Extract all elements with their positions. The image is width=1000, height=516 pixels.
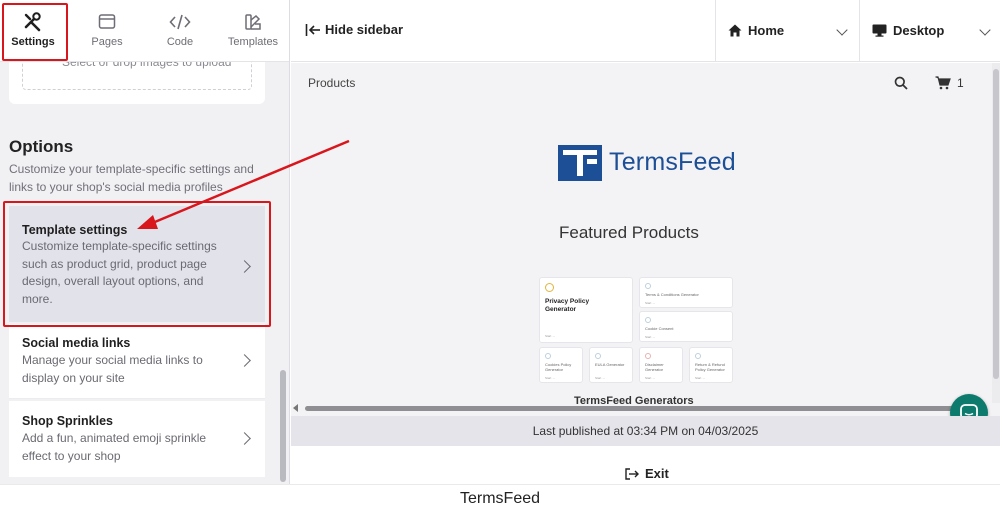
options-heading: Options [9,137,74,156]
social-media-links-title: Social media links [22,336,131,350]
cart-count: 1 [957,76,964,90]
preview-horizontal-scrollbar[interactable] [305,406,973,411]
product-card-link[interactable]: Start → [645,301,655,305]
product-icon [645,317,651,323]
desktop-monitor-icon [872,24,887,37]
annotation-highlight-settings [2,3,68,61]
templates-palette-icon [245,14,261,30]
options-description: Customize your template-specific setting… [9,162,254,194]
chevron-right-icon [238,432,251,445]
product-card[interactable]: Disclaimer Generator Start → [639,347,683,383]
product-card-title: EULA Generator [595,362,625,367]
product-card-privacy-policy[interactable]: Privacy Policy Generator Start → [539,277,633,343]
product-card-link[interactable]: Start → [595,376,605,380]
chevron-right-icon [238,354,251,367]
hide-sidebar-button[interactable]: Hide sidebar [305,22,403,37]
product-card-title: Cookie Consent [645,326,674,331]
product-card-title: Disclaimer Generator [645,362,664,372]
nav-tab-templates-label: Templates [227,36,279,48]
exit-area: Exit [291,446,1000,484]
exit-button[interactable]: Exit [625,466,669,481]
chevron-down-icon [836,24,848,36]
last-published-status: Last published at 03:34 PM on 04/03/2025 [291,416,1000,446]
termsfeed-logo-icon [558,145,602,181]
product-icon [695,353,701,359]
product-card-title: Privacy Policy Generator [545,298,590,313]
product-card[interactable]: Cookies Policy Generator Start → [539,347,583,383]
product-card[interactable]: Cookie Consent Start → [639,311,733,342]
product-card[interactable]: EULA Generator Start → [589,347,633,383]
scroll-left-arrow-icon[interactable] [293,404,298,412]
nav-tab-code[interactable]: Code [149,6,211,60]
product-icon [595,353,601,359]
product-card-link[interactable]: Start → [545,376,555,380]
annotation-highlight-template-settings [3,201,271,327]
exit-label: Exit [645,466,669,481]
brand-wordmark: TermsFeed [609,148,736,176]
product-icon [645,283,651,289]
product-card[interactable]: Return & Refund Policy Generator Start → [689,347,733,383]
shop-sprinkles-title: Shop Sprinkles [22,414,113,428]
hide-sidebar-label: Hide sidebar [325,22,404,37]
preview-nav-products[interactable]: Products [308,76,355,90]
nav-tab-code-label: Code [166,36,194,48]
pages-window-icon [98,14,116,29]
device-select-dropdown[interactable]: Desktop [859,0,1000,62]
nav-tab-pages[interactable]: Pages [76,6,138,60]
chevron-down-icon [979,24,991,36]
site-preview[interactable]: Products 1 TermsFeed Featured Products P… [291,63,1000,416]
preview-scroll-thumb[interactable] [993,69,999,379]
shield-icon [545,283,554,292]
home-icon [728,24,742,37]
page-select-dropdown[interactable]: Home [715,0,859,62]
cart-icon[interactable] [935,76,951,90]
search-icon[interactable] [894,76,908,90]
sidebar-scrollbar[interactable] [280,370,286,482]
social-media-links-card[interactable]: Social media links Manage your social me… [9,324,265,399]
product-card-title: Terms & Conditions Generator [645,292,699,297]
collapse-left-icon [305,24,320,36]
nav-tab-templates[interactable]: Templates [222,6,284,60]
nav-tab-pages-label: Pages [91,36,123,48]
editor-toolbar: Hide sidebar Home Desktop [291,0,1000,62]
social-media-links-desc: Manage your social media links to displa… [22,353,203,385]
product-card-title: Return & Refund Policy Generator [695,362,725,372]
device-select-value: Desktop [893,23,945,38]
product-card-link[interactable]: Start → [645,335,655,339]
shop-sprinkles-desc: Add a fun, animated emoji sprinkle effec… [22,431,207,463]
product-card-link[interactable]: Start → [645,376,655,380]
product-icon [645,353,651,359]
code-brackets-icon [169,14,191,30]
preview-vertical-scrollbar[interactable] [992,63,1000,403]
featured-products-heading: Featured Products [559,223,699,242]
product-card-link[interactable]: Start → [695,376,705,380]
product-card-link[interactable]: Start → [545,334,555,338]
exit-icon [625,468,639,480]
product-card-title: Cookies Policy Generator [545,362,572,372]
caption-brand: TermsFeed [0,484,1000,516]
page-select-value: Home [748,23,785,38]
shop-sprinkles-card[interactable]: Shop Sprinkles Add a fun, animated emoji… [9,401,265,477]
product-card[interactable]: Terms & Conditions Generator Start → [639,277,733,308]
product-icon [545,353,551,359]
